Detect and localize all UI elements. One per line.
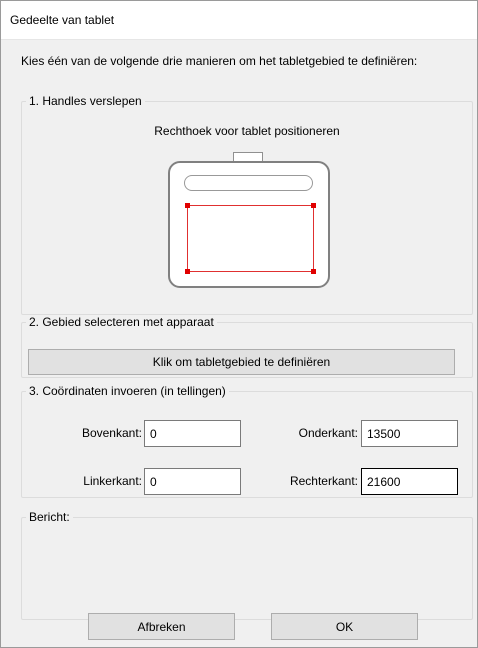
top-input[interactable]: [144, 420, 241, 447]
message-legend: Bericht:: [29, 510, 70, 524]
drag-handles-group: 1. Handles verslepen Rechthoek voor tabl…: [21, 94, 473, 315]
right-label: Rechterkant:: [289, 474, 358, 488]
title-bar: Gedeelte van tablet: [1, 1, 477, 40]
cancel-button[interactable]: Afbreken: [88, 613, 235, 640]
ok-button[interactable]: OK: [271, 613, 418, 640]
select-with-device-group: 2. Gebied selecteren met apparaat Klik o…: [21, 315, 473, 378]
handle-top-left[interactable]: [185, 203, 190, 208]
tablet-area-dialog: Gedeelte van tablet Kies één van de volg…: [0, 0, 478, 648]
message-group: Bericht:: [21, 510, 473, 620]
handle-bottom-left[interactable]: [185, 269, 190, 274]
tablet-graphic: [168, 161, 330, 288]
handle-top-right[interactable]: [311, 203, 316, 208]
left-input[interactable]: [144, 468, 241, 495]
coordinates-group: 3. Coördinaten invoeren (in tellingen) B…: [21, 384, 473, 498]
position-caption: Rechthoek voor tablet positioneren: [154, 124, 340, 138]
coordinates-legend: 3. Coördinaten invoeren (in tellingen): [29, 384, 226, 398]
define-area-button[interactable]: Klik om tabletgebied te definiëren: [28, 349, 455, 375]
window-title: Gedeelte van tablet: [10, 13, 115, 27]
tablet-area-rectangle[interactable]: [185, 203, 316, 274]
handle-bottom-right[interactable]: [311, 269, 316, 274]
bottom-label: Onderkant:: [298, 426, 358, 440]
intro-text: Kies één van de volgende drie manieren o…: [21, 54, 418, 68]
bottom-input[interactable]: [361, 420, 458, 447]
left-label: Linkerkant:: [83, 474, 142, 488]
tablet-expresskey-bar: [184, 175, 313, 191]
top-label: Bovenkant:: [81, 426, 142, 440]
right-input[interactable]: [361, 468, 458, 495]
select-with-device-legend: 2. Gebied selecteren met apparaat: [29, 315, 214, 329]
drag-handles-legend: 1. Handles verslepen: [29, 94, 142, 108]
